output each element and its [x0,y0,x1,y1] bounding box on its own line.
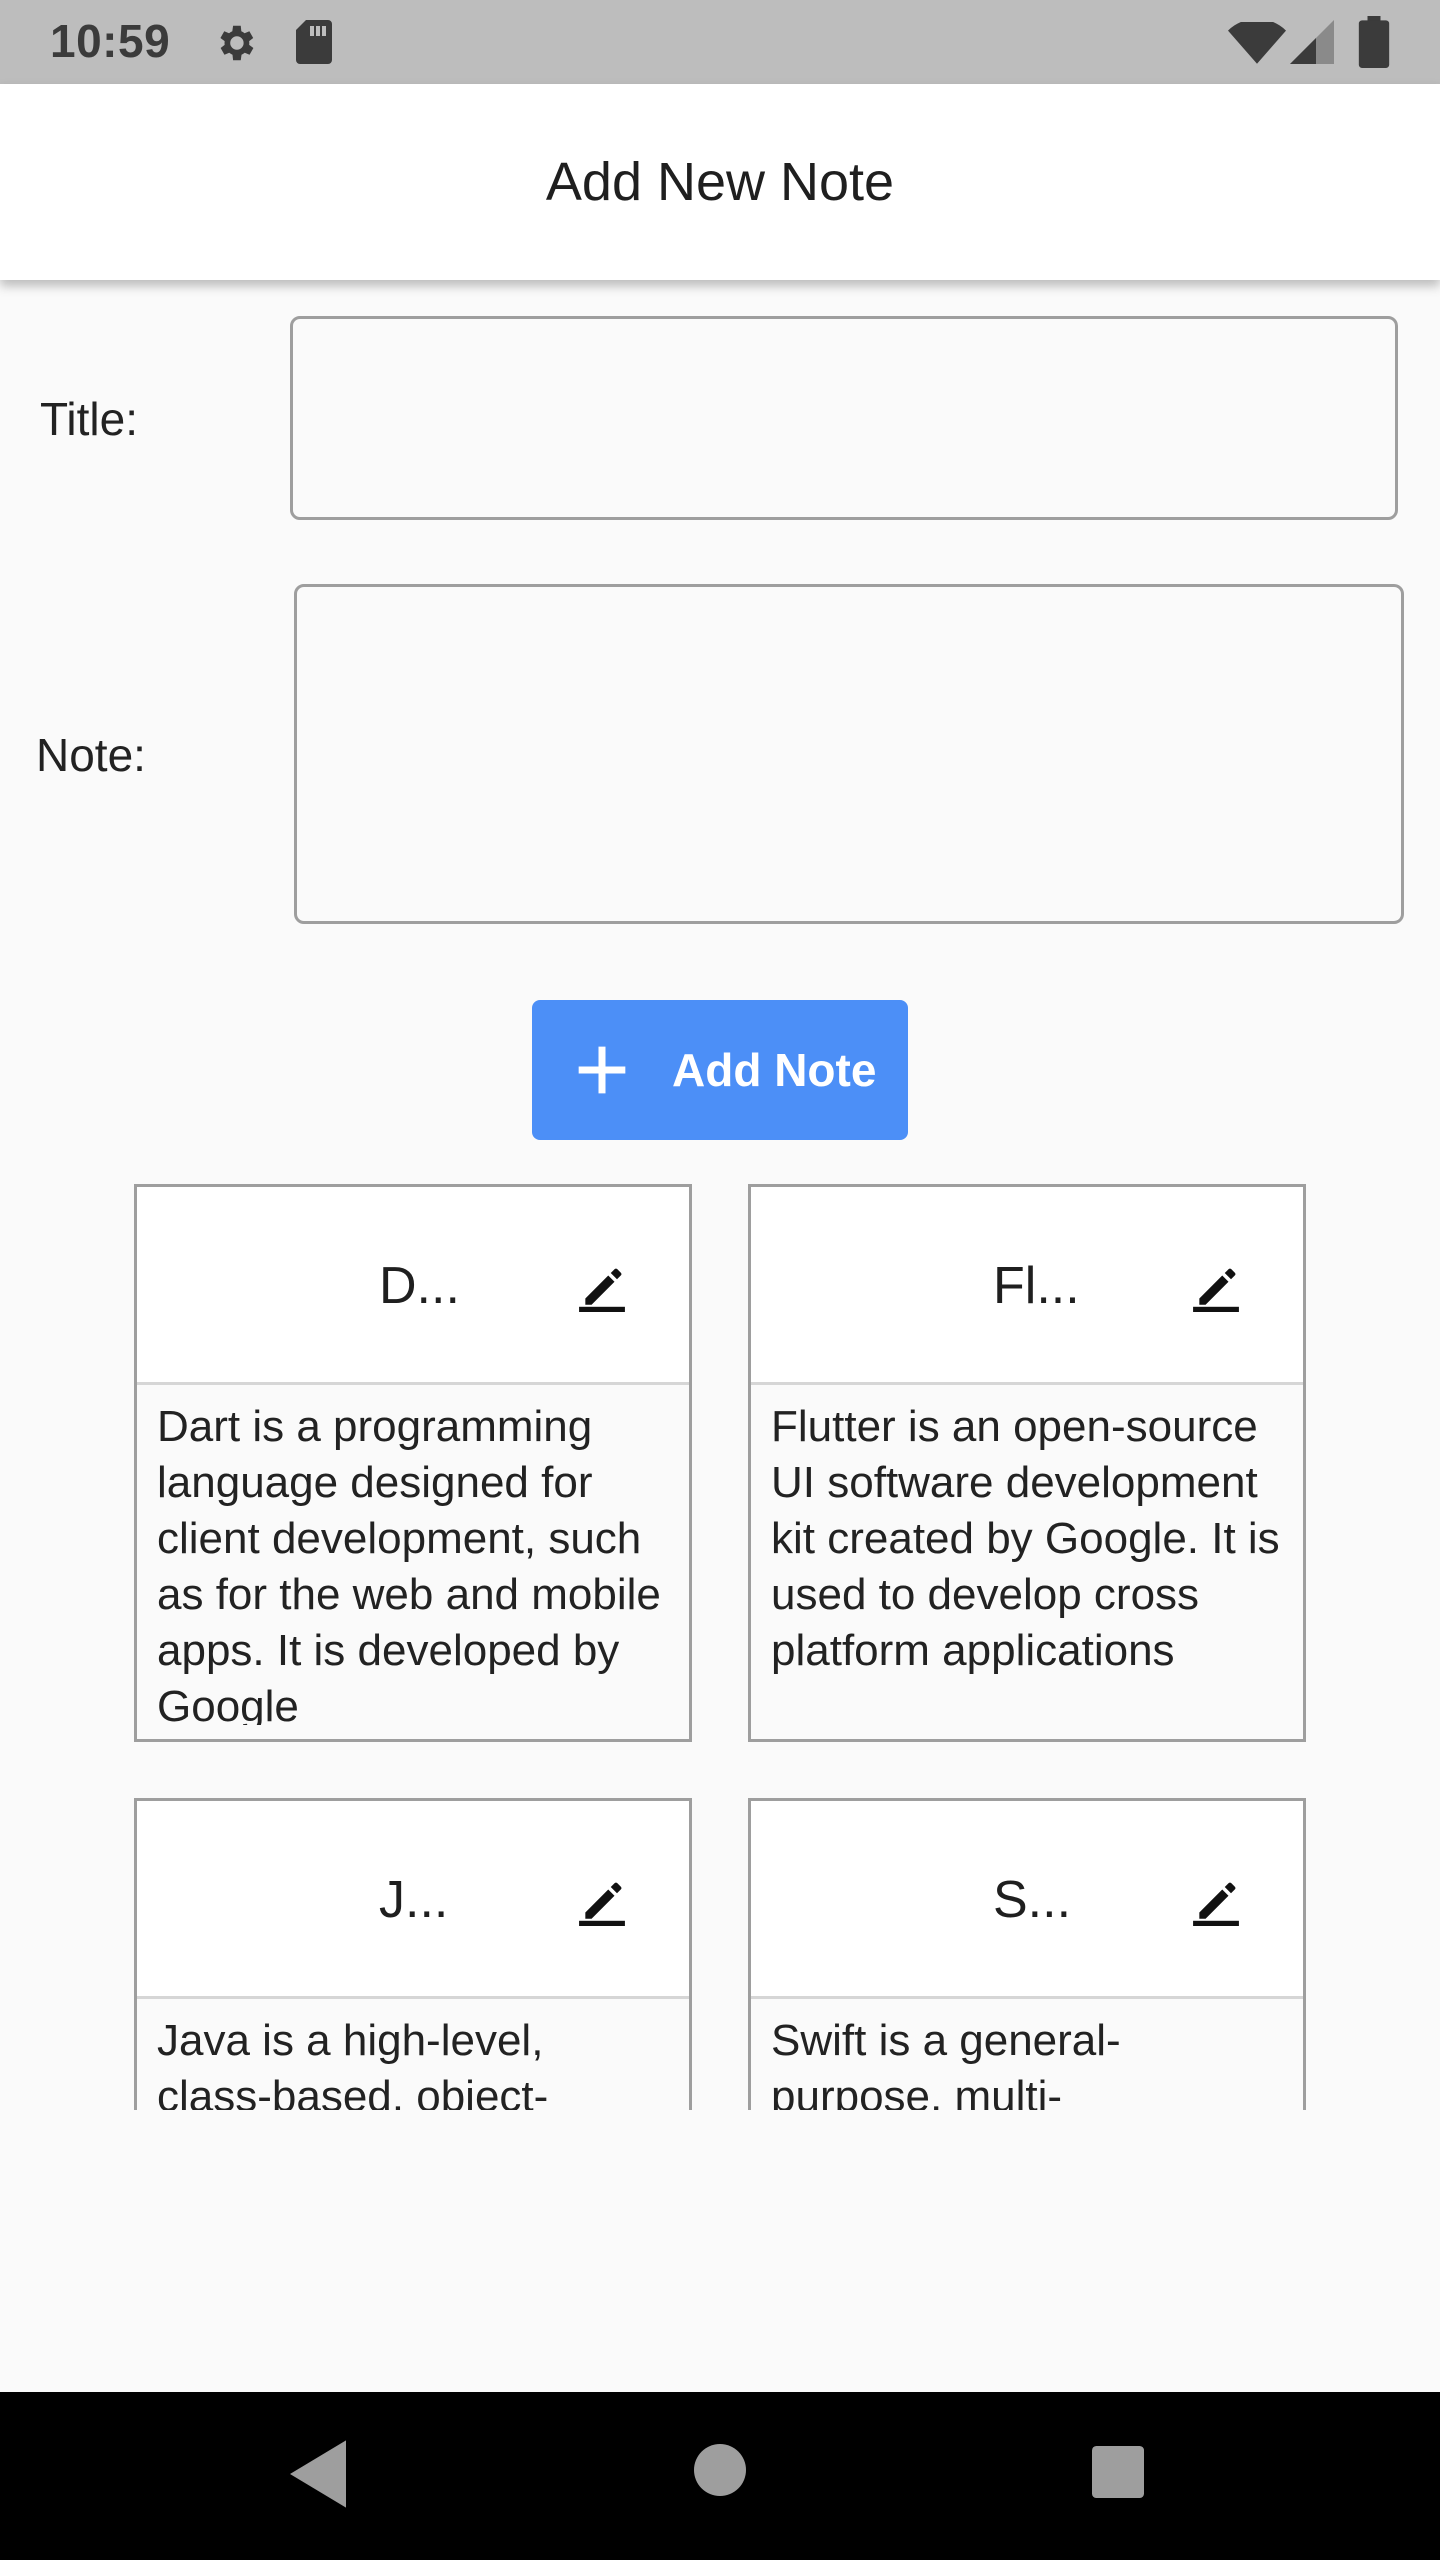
note-card-header: Fl... [751,1187,1303,1385]
note-card[interactable]: D... Dart is a programming language desi… [134,1184,692,1742]
add-note-label: Add Note [672,1044,877,1096]
app-bar: Add New Note [0,84,1440,280]
title-input[interactable] [290,316,1398,520]
page-title: Add New Note [545,152,895,212]
note-card-header: J... [137,1801,689,1999]
gear-icon [220,25,254,61]
status-time: 10:59 [50,15,171,67]
notes-grid[interactable]: D... Dart is a programming language desi… [0,1180,1440,2110]
battery-icon [1358,16,1390,68]
note-title: S... [993,1871,1072,1929]
note-card-header: S... [751,1801,1303,1999]
note-body: Flutter is an open-source UI software de… [771,1402,1280,1675]
note-card-header: D... [137,1187,689,1385]
note-body: Java is a high-level, class-based, objec… [157,2016,549,2110]
edit-icon[interactable] [1191,1875,1241,1927]
plus-icon [578,1046,626,1094]
add-note-button[interactable]: Add Note [532,1000,908,1140]
note-card[interactable]: S... Swift is a general-purpose, multi- [748,1798,1306,2110]
note-title: Fl... [993,1257,1080,1315]
status-bar: 10:59 [0,0,1440,84]
back-icon[interactable] [290,2440,346,2508]
wifi-icon [1228,22,1286,64]
note-body: Swift is a general-purpose, multi- [771,2016,1121,2110]
note-body: Dart is a programming language designed … [157,1402,661,1725]
note-input[interactable] [294,584,1404,924]
note-title: J... [379,1871,449,1929]
navigation-bar [0,2392,1440,2560]
sd-card-icon [296,20,332,64]
signal-icon [1290,20,1334,64]
note-title: D... [379,1257,460,1315]
note-card[interactable]: Fl... Flutter is an open-source UI softw… [748,1184,1306,1742]
note-label: Note: [36,729,146,781]
edit-icon[interactable] [1191,1261,1241,1313]
home-icon[interactable] [694,2444,746,2496]
recents-icon[interactable] [1092,2446,1144,2498]
edit-icon[interactable] [577,1261,627,1313]
title-label: Title: [40,393,138,445]
note-card[interactable]: J... Java is a high-level, class-based, … [134,1798,692,2110]
edit-icon[interactable] [577,1875,627,1927]
